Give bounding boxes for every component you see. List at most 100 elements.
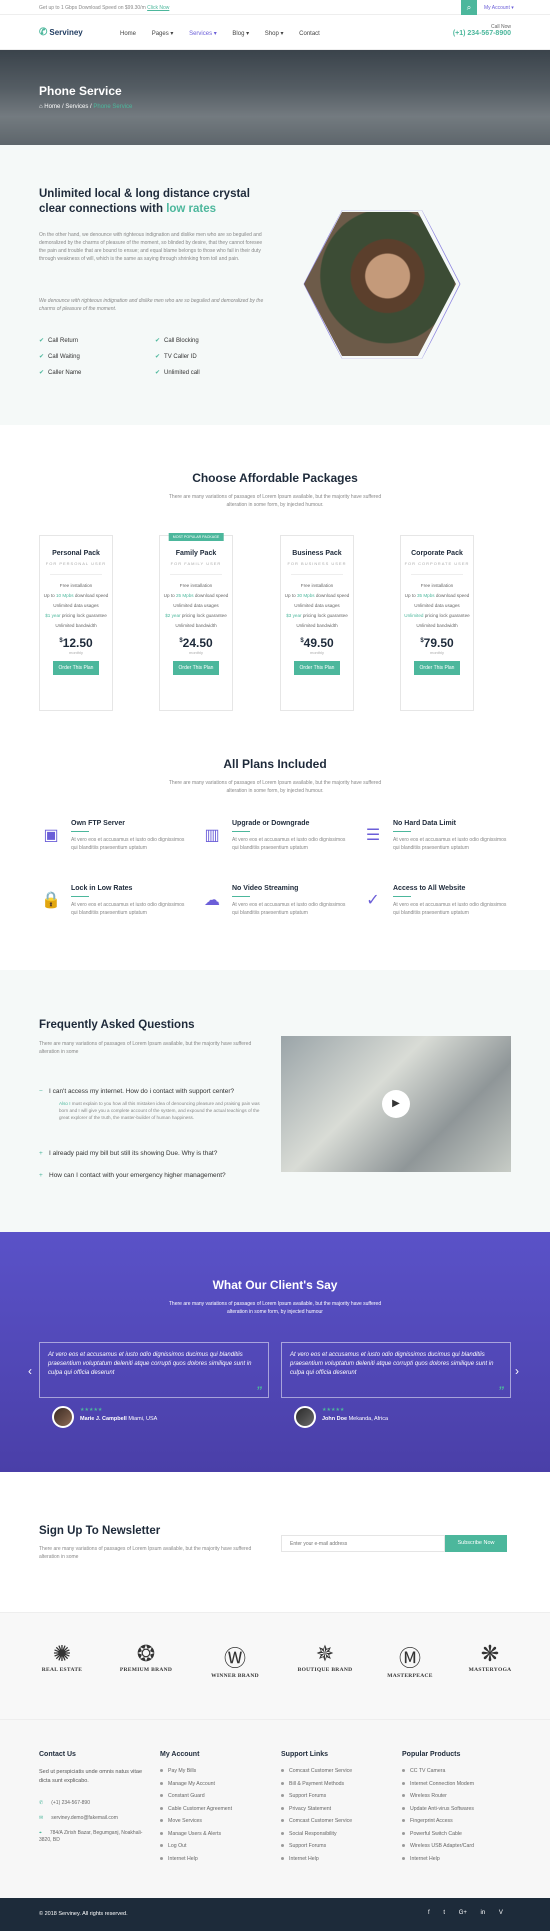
order-plan-button[interactable]: Order This Plan: [53, 661, 99, 675]
search-button[interactable]: ⌕: [461, 0, 477, 15]
feature-title: Access to All Website: [393, 885, 466, 892]
plan-name: Family Pack: [175, 550, 217, 557]
footer-link[interactable]: Manage Users & Alerts: [160, 1828, 232, 1841]
footer-link[interactable]: Wireless USB Adapter/Card: [402, 1840, 474, 1853]
feature-title: Lock in Low Rates: [71, 885, 133, 892]
plan-sub: FOR FAMILY USER: [170, 561, 222, 566]
rating-stars: ★★★★★: [322, 1407, 345, 1413]
speed-pre: Up to: [43, 593, 56, 598]
testimonial-quote: At vero eos et accusamus et iusto odio d…: [48, 1352, 252, 1376]
footer-link[interactable]: Cable Customer Agreement: [160, 1803, 232, 1816]
newsletter-email-input[interactable]: [281, 1535, 445, 1552]
footer-link[interactable]: Manage My Account: [160, 1778, 232, 1791]
bullet-icon: [402, 1856, 405, 1860]
footer-link[interactable]: Bill & Payment Methods: [281, 1778, 352, 1791]
footer-link[interactable]: Internet Help: [160, 1853, 232, 1866]
play-icon[interactable]: ▶: [382, 1090, 410, 1118]
order-plan-button[interactable]: Order This Plan: [414, 661, 460, 675]
footer-link[interactable]: Support Forums: [281, 1840, 352, 1853]
footer-links: Pay My Bills Manage My Account Constant …: [160, 1765, 232, 1865]
order-plan-button[interactable]: Order This Plan: [173, 661, 219, 675]
plan-sub: FOR PERSONAL USER: [45, 561, 107, 566]
nav-item-pages[interactable]: Pages ▾: [152, 31, 174, 37]
top-bar: Get up to 1 Gbps Download Speed on $99.3…: [0, 0, 550, 15]
plan-period: monthly: [309, 650, 324, 655]
bullet-icon: [160, 1831, 163, 1835]
footer-link[interactable]: Comcast Customer Service: [281, 1815, 352, 1828]
footer-link[interactable]: Log Out: [160, 1840, 232, 1853]
faq-item-1[interactable]: − I can't access my internet. How do i co…: [39, 1088, 269, 1095]
footer-link[interactable]: Support Forums: [281, 1790, 352, 1803]
footer-link[interactable]: Privacy Statement: [281, 1803, 352, 1816]
nav-item-services[interactable]: Services ▾: [189, 31, 217, 37]
my-account-menu[interactable]: My Account ▾: [484, 5, 514, 11]
lock-icon: 🔒: [41, 892, 61, 909]
facebook-icon[interactable]: f: [428, 1910, 430, 1916]
plan-bandwidth: Unlimited bandwidth: [175, 623, 217, 628]
author-location: Mekanda, Africa: [348, 1416, 389, 1422]
brand-real-estate: ✺ REAL ESTATE: [32, 1641, 92, 1673]
brand-name: WINNER BRAND: [211, 1673, 259, 1679]
footer-link[interactable]: Pay My Bills: [160, 1765, 232, 1778]
subscribe-button[interactable]: Subscribe Now: [445, 1535, 507, 1552]
brand-name: PREMIUM BRAND: [119, 1667, 173, 1673]
footer-links: CC TV Camera Internet Connection Modem W…: [402, 1765, 474, 1865]
prev-arrow-icon[interactable]: ‹: [28, 1364, 32, 1378]
footer-link-label: Log Out: [168, 1843, 187, 1849]
packages-title: Choose Affordable Packages: [192, 471, 358, 485]
footer-link[interactable]: Wireless Router: [402, 1790, 474, 1803]
breadcrumb-home[interactable]: Home: [44, 104, 60, 110]
twitter-icon[interactable]: t: [443, 1910, 445, 1916]
footer-link[interactable]: Powerful Switch Cable: [402, 1828, 474, 1841]
server-icon: ▣: [43, 827, 59, 844]
footer-link[interactable]: Fingerprint Access: [402, 1815, 474, 1828]
footer-column-popular-products: Popular Products CC TV Camera Internet C…: [402, 1751, 474, 1865]
plan-guarantee: $2 year pricing lock guarantee: [160, 613, 232, 618]
feature-label: Call Return: [48, 338, 79, 344]
author-name: John Doe: [322, 1416, 348, 1422]
footer-link[interactable]: Constant Guard: [160, 1790, 232, 1803]
footer-link[interactable]: Comcast Customer Service: [281, 1765, 352, 1778]
footer-link[interactable]: Move Services: [160, 1815, 232, 1828]
feature-text: At vero eos et accusamus et iusto odio d…: [71, 837, 185, 851]
google-plus-icon[interactable]: G+: [459, 1910, 467, 1916]
check-icon: ✔: [39, 354, 45, 360]
promo-link[interactable]: Click Now: [147, 5, 169, 11]
call-number[interactable]: (+1) 234-567-8900: [453, 30, 511, 37]
testimonials-section: What Our Client's Say There are many var…: [0, 1232, 550, 1472]
email-text[interactable]: serviney.demo@fakemail.com: [51, 1815, 118, 1821]
faq-answer-accent: Also I: [59, 1101, 71, 1106]
video-thumbnail[interactable]: ▶: [281, 1036, 511, 1172]
footer-link[interactable]: Social Responsibility: [281, 1828, 352, 1841]
footer-link[interactable]: CC TV Camera: [402, 1765, 474, 1778]
footer-link[interactable]: Internet Connection Modem: [402, 1778, 474, 1791]
footer-link-label: Internet Help: [289, 1855, 319, 1862]
logo[interactable]: ✆ Serviney: [39, 27, 83, 38]
title-underline: [71, 831, 89, 832]
page-hero: Phone Service ⌂ Home / Services / Phone …: [0, 50, 550, 145]
footer-link[interactable]: Update Anti-virus Softwares: [402, 1803, 474, 1816]
nav-item-home[interactable]: Home: [120, 31, 136, 37]
nav-item-contact[interactable]: Contact: [299, 31, 320, 37]
order-plan-button[interactable]: Order This Plan: [294, 661, 340, 675]
brand-logo-icon: Ⓜ: [398, 1646, 421, 1671]
brands-strip: ✺ REAL ESTATE ❂ PREMIUM BRAND Ⓦ WINNER BRAN…: [0, 1612, 550, 1720]
faq-item-3[interactable]: + How can I contact with your emergency h…: [39, 1172, 269, 1179]
bullet-icon: [402, 1769, 405, 1773]
plan-speed: Up to 10 Mpbs download speed: [40, 593, 112, 598]
minus-icon: −: [39, 1088, 43, 1095]
nav-item-shop[interactable]: Shop ▾: [265, 31, 284, 37]
next-arrow-icon[interactable]: ›: [515, 1364, 519, 1378]
breadcrumb-services[interactable]: Services: [65, 104, 88, 110]
footer-link[interactable]: Internet Help: [281, 1853, 352, 1866]
feature-upgrade-downgrade: ▥ Upgrade or Downgrade At vero eos et ac…: [200, 820, 350, 870]
plan-price: $79.50: [420, 636, 454, 650]
vimeo-icon[interactable]: V: [499, 1910, 503, 1916]
plan-install: Free installation: [59, 583, 93, 588]
plus-icon: +: [39, 1172, 43, 1179]
footer-link[interactable]: Internet Help: [402, 1853, 474, 1866]
linkedin-icon[interactable]: in: [481, 1910, 486, 1916]
cloud-icon: ☁: [204, 892, 220, 909]
nav-item-blog[interactable]: Blog ▾: [232, 31, 249, 37]
faq-item-2[interactable]: + I already paid my bill but still its sh…: [39, 1150, 269, 1157]
